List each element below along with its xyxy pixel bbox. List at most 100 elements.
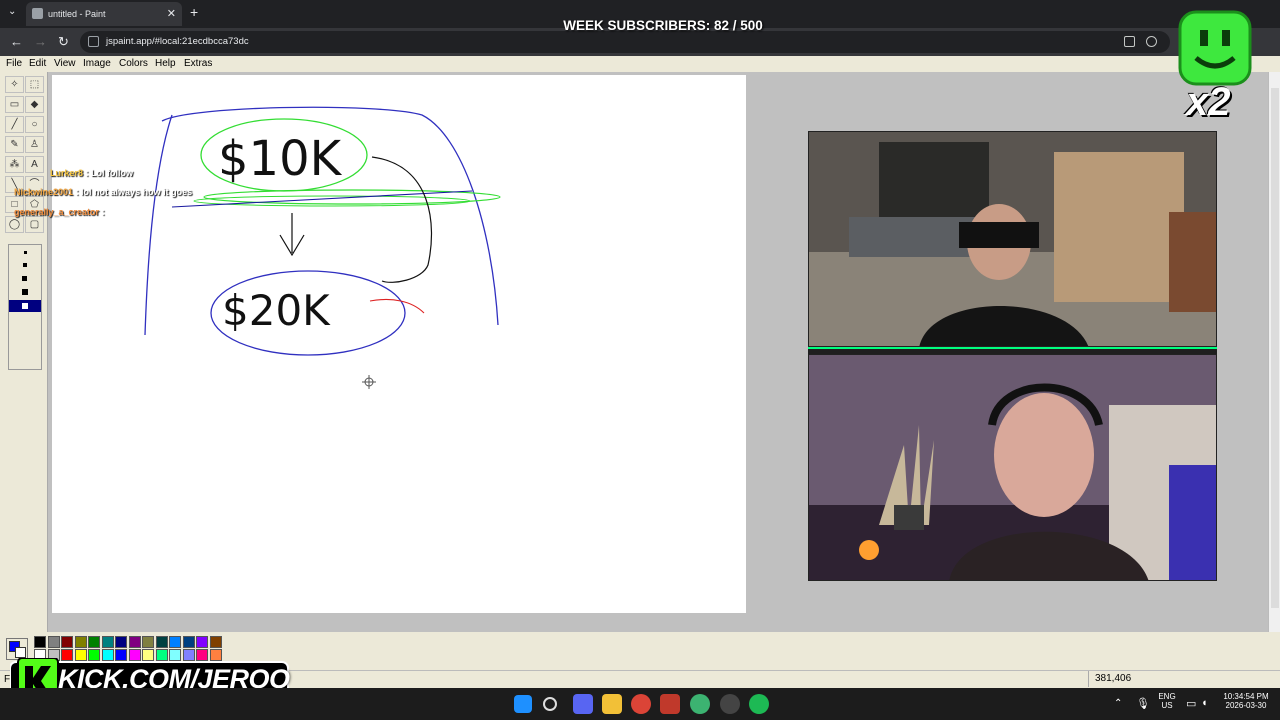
palette-swatch[interactable] [115,636,127,648]
obs-icon[interactable] [720,694,740,714]
crosshair-cursor-icon [362,375,376,389]
app-green-icon[interactable] [690,694,710,714]
menu-view[interactable]: View [54,58,76,69]
logo-multiplier: x2 [1186,80,1231,124]
palette-swatch[interactable] [142,636,154,648]
red-accent-stroke [369,298,425,314]
down-arrow [279,213,305,257]
install-app-icon[interactable] [1124,36,1135,47]
browser-tab[interactable]: untitled - Paint ✕ [26,2,182,26]
palette-swatch[interactable] [182,636,195,648]
chat-username: Lurker8 [50,168,84,178]
reload-icon[interactable]: ↻ [58,34,69,50]
webcam-top-scene [809,132,1216,346]
site-info-icon[interactable] [88,36,99,47]
palette-swatch[interactable] [209,636,222,648]
brush-size-3[interactable] [22,276,27,281]
menu-edit[interactable]: Edit [29,58,46,69]
chat-message: generally_a_creator : [14,207,105,217]
zoom-icon[interactable] [1146,36,1157,47]
start-button-icon[interactable] [514,695,532,713]
paint-toolbox: ✧ ⬚ ▭ ◆ ╱ ○ ✎ ♙ ⁂ A ╲ ⌒ □ ⬠ ◯ ▢ [0,72,48,634]
close-tab-icon[interactable]: ✕ [167,2,176,26]
brush-size-1[interactable] [24,251,27,254]
app-red-icon[interactable] [660,694,680,714]
language-code: ENG [1158,692,1176,701]
file-explorer-icon[interactable] [602,694,622,714]
language-indicator[interactable]: ENG US [1154,692,1180,710]
subscriber-goal-overlay: WEEK SUBSCRIBERS: 82 / 500 [563,18,763,33]
search-icon[interactable] [543,697,557,711]
webcam-top [808,131,1217,347]
drawing-text-top: $10K [218,131,343,187]
free-select-tool-icon[interactable]: ✧ [5,76,24,93]
tab-search-icon[interactable]: ⌄ [8,6,16,17]
palette-swatch[interactable] [128,636,141,648]
windows-taskbar: ⌃ 🎙 ENG US ▭ ◖ 10:34:54 PM 2026-03-30 [0,688,1280,720]
menu-help[interactable]: Help [155,58,176,69]
paint-canvas[interactable]: $10K $20K [52,75,746,613]
chat-text: : lol not always how it goes [75,187,193,197]
language-region: US [1161,701,1173,710]
mic-icon[interactable]: 🎙 [1136,697,1150,710]
channel-logo: x2 [1178,8,1252,132]
network-icon[interactable]: ▭ [1186,697,1196,710]
fill-tool-icon[interactable]: ◆ [25,96,44,113]
palette-swatch[interactable] [155,636,168,648]
brush-tool-icon[interactable]: ♙ [25,136,44,153]
webcam-divider [808,347,1217,354]
rounded-rect-tool-icon[interactable]: ▢ [25,216,44,233]
clock[interactable]: 10:34:54 PM 2026-03-30 [1218,692,1274,710]
palette-swatch[interactable] [47,636,60,648]
url-text: jspaint.app/#local:21ecdbcca73dc [106,36,249,47]
palette-swatch[interactable] [61,636,73,648]
brush-size-2[interactable] [23,263,27,267]
palette-swatch[interactable] [169,636,181,648]
paint-menu-bar: File Edit View Image Colors Help Extras [0,56,1280,72]
chat-username: Nickwine2001 [14,187,74,197]
volume-icon[interactable]: ◖ [1201,697,1208,709]
palette-swatch[interactable] [88,636,100,648]
drawing-layer: $10K $20K [144,106,501,389]
drawing-text-bottom: $20K [222,286,331,335]
paint-favicon-icon [32,8,43,19]
secondary-color-swatch[interactable] [15,647,26,658]
current-colors[interactable] [6,638,28,660]
menu-image[interactable]: Image [83,58,111,69]
eraser-tool-icon[interactable]: ▭ [5,96,24,113]
forward-icon[interactable]: → [34,34,47,49]
chat-text: : Lol follow [85,168,134,178]
palette-swatch[interactable] [34,636,46,648]
magnifier-tool-icon[interactable]: ○ [25,116,44,133]
palette-swatch[interactable] [196,636,208,648]
webcam-bottom [808,354,1217,581]
clock-time: 10:34:54 PM [1223,692,1269,701]
discord-icon[interactable] [573,694,593,714]
scrollbar-thumb[interactable] [1271,88,1279,608]
new-tab-button[interactable]: + [190,4,198,20]
address-bar[interactable]: jspaint.app/#local:21ecdbcca73dc [80,31,1170,53]
menu-colors[interactable]: Colors [119,58,148,69]
tool-options-panel[interactable] [8,244,42,370]
brush-size-4[interactable] [22,289,28,295]
webcam-bottom-scene [809,355,1216,580]
pencil-tool-icon[interactable]: ✎ [5,136,24,153]
menu-extras[interactable]: Extras [184,58,212,69]
palette-swatch[interactable] [74,636,87,648]
brush-size-selected[interactable] [9,300,41,312]
cursor-coordinates: 381,406 [1088,671,1178,687]
rect-select-tool-icon[interactable]: ⬚ [25,76,44,93]
canvas-vertical-scrollbar[interactable] [1268,72,1280,632]
chat-text: : [101,207,105,217]
clock-date: 2026-03-30 [1225,701,1267,710]
browser-tab-title: untitled - Paint [48,9,106,19]
black-connector-curve [371,156,433,283]
spotify-icon[interactable] [749,694,769,714]
tray-expand-icon[interactable]: ⌃ [1114,698,1122,709]
palette-swatch[interactable] [101,636,114,648]
color-picker-tool-icon[interactable]: ╱ [5,116,24,133]
ellipse-tool-icon[interactable]: ◯ [5,216,24,233]
menu-file[interactable]: File [6,58,22,69]
back-icon[interactable]: ← [10,34,23,49]
chrome-icon[interactable] [631,694,651,714]
